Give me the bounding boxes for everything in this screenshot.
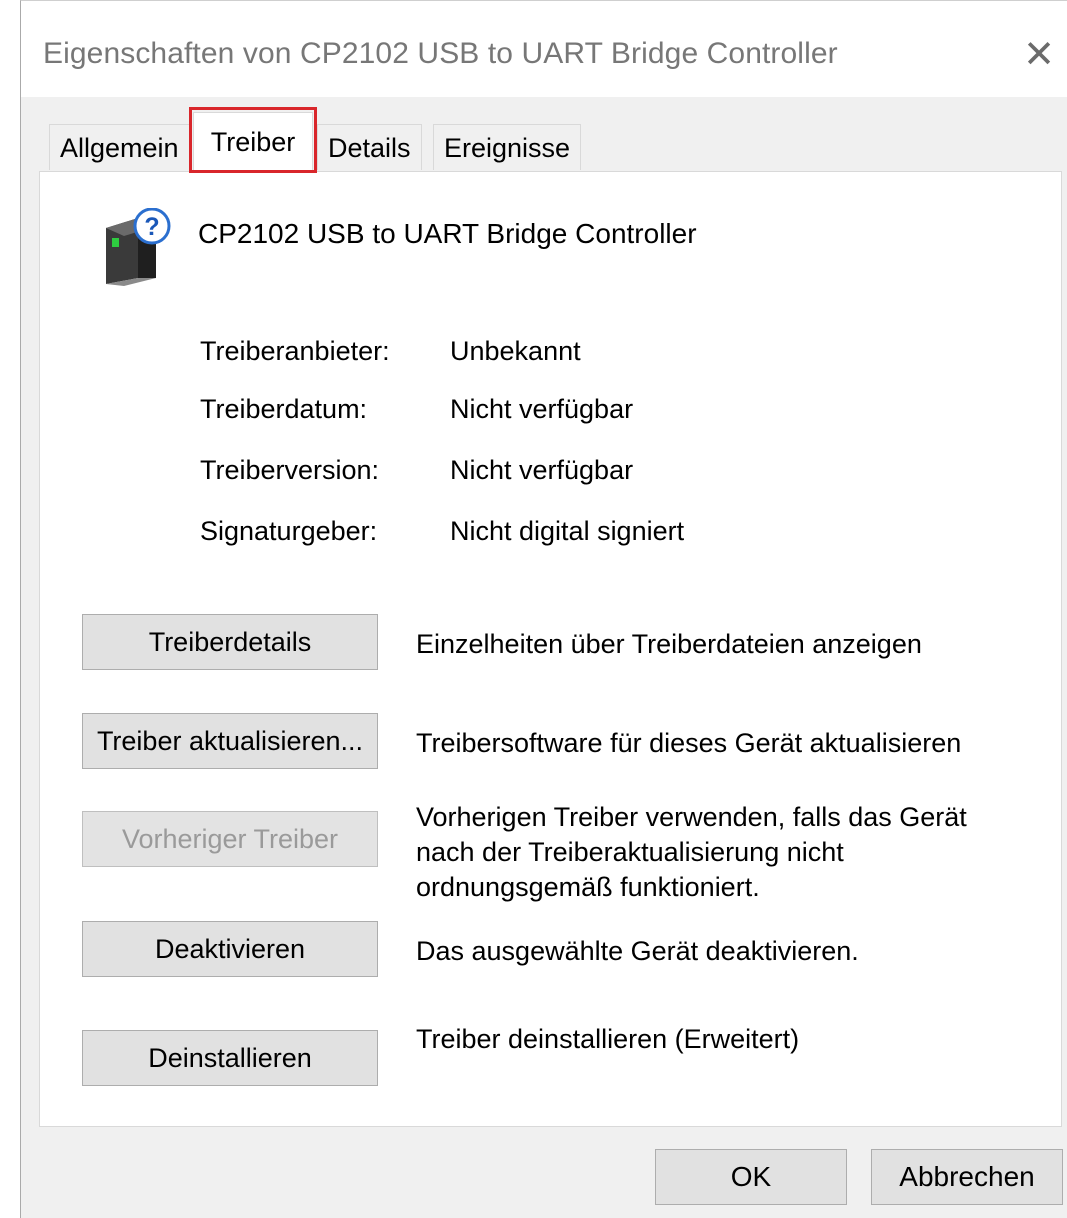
disable-device-description: Das ausgewählte Gerät deaktivieren. (416, 936, 859, 966)
close-icon[interactable]: ✕ (1011, 29, 1067, 81)
driver-tab-panel: ? CP2102 USB to UART Bridge Controller T… (39, 171, 1062, 1127)
uninstall-description: Treiber deinstallieren (Erweitert) (416, 1024, 800, 1054)
tab-ereignisse[interactable]: Ereignisse (433, 124, 582, 170)
driver-details-button[interactable]: Treiberdetails (82, 614, 378, 670)
update-driver-description: Treibersoftware für dieses Gerät aktuali… (416, 728, 962, 758)
properties-dialog: Eigenschaften von CP2102 USB to UART Bri… (20, 0, 1067, 1218)
signer-value: Nicht digital signiert (450, 516, 685, 546)
tab-treiber[interactable]: Treiber (193, 112, 313, 172)
cancel-button[interactable]: Abbrechen (871, 1149, 1063, 1205)
rollback-description-line: nach der Treiberaktualisierung nicht (416, 837, 844, 867)
driver-date-value: Nicht verfügbar (450, 394, 634, 424)
rollback-description-line: Vorherigen Treiber verwenden, falls das … (416, 802, 967, 832)
signer-label: Signaturgeber: (200, 516, 378, 546)
disable-device-button[interactable]: Deaktivieren (82, 921, 378, 977)
window-title: Eigenschaften von CP2102 USB to UART Bri… (43, 37, 838, 70)
update-driver-button[interactable]: Treiber aktualisieren... (82, 713, 378, 769)
driver-date-label: Treiberdatum: (200, 394, 368, 424)
ok-button[interactable]: OK (655, 1149, 847, 1205)
device-name: CP2102 USB to UART Bridge Controller (198, 218, 697, 249)
driver-version-label: Treiberversion: (200, 455, 380, 485)
driver-version-value: Nicht verfügbar (450, 455, 634, 485)
svg-text:?: ? (144, 213, 159, 241)
rollback-description-line: ordnungsgemäß funktioniert. (416, 872, 760, 902)
tab-allgemein[interactable]: Allgemein (49, 124, 190, 170)
driver-details-description: Einzelheiten über Treiberdateien anzeige… (416, 629, 922, 659)
rollback-driver-description: Vorherigen Treiber verwenden, falls das … (416, 800, 1036, 905)
driver-provider-label: Treiberanbieter: (200, 336, 390, 366)
unknown-device-icon: ? (106, 208, 171, 286)
rollback-driver-button[interactable]: Vorheriger Treiber (82, 811, 378, 867)
driver-provider-value: Unbekannt (450, 336, 581, 366)
tab-details[interactable]: Details (317, 124, 422, 170)
uninstall-button[interactable]: Deinstallieren (82, 1030, 378, 1086)
title-bar: Eigenschaften von CP2102 USB to UART Bri… (21, 1, 1067, 97)
